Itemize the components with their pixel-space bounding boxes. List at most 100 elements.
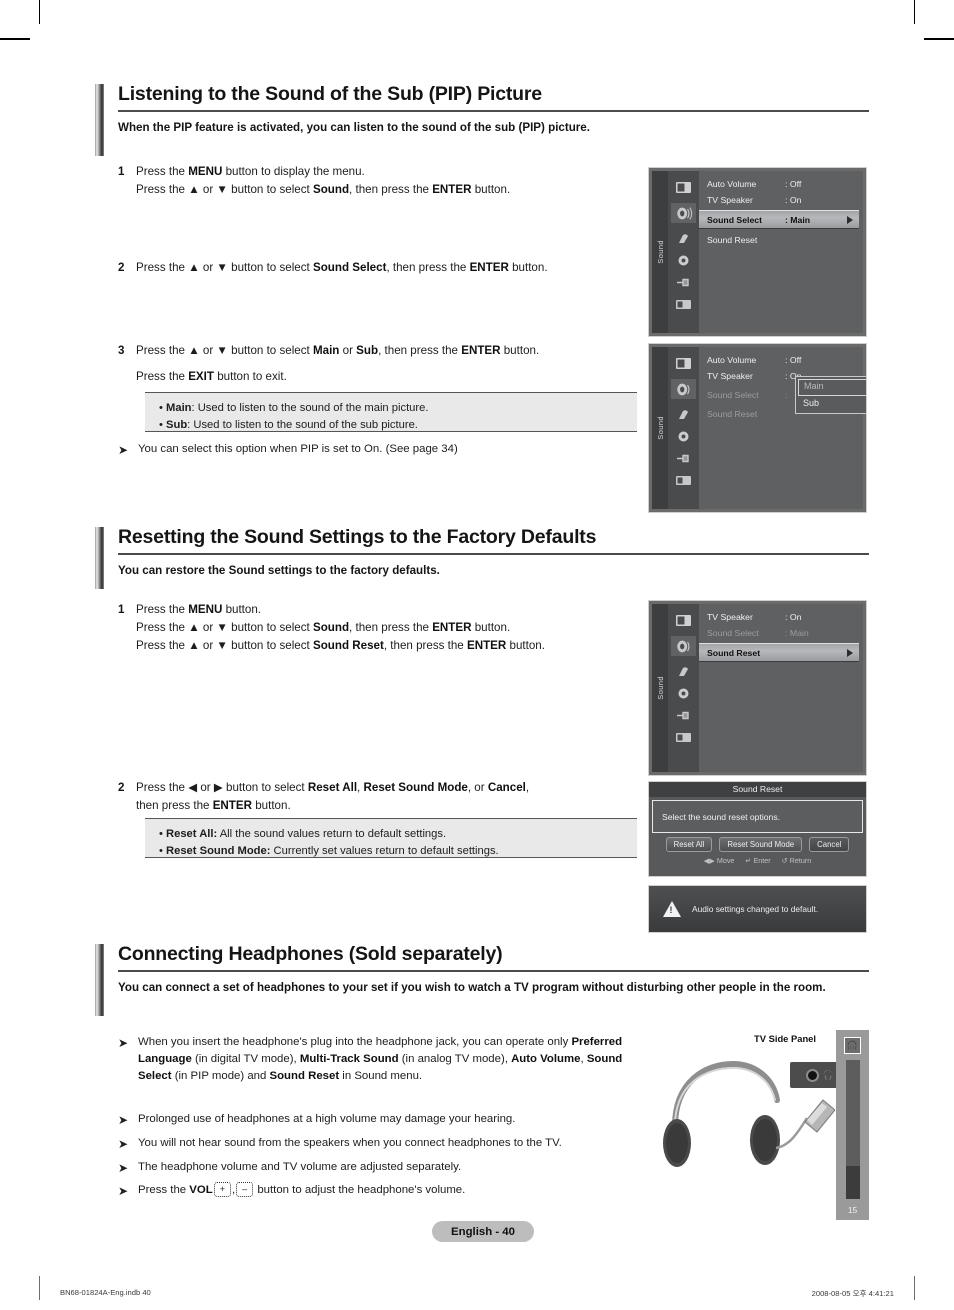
- sound-icon[interactable]: [671, 636, 696, 656]
- step-text-part: Press the: [136, 165, 188, 178]
- term-multi-track-sound: Multi-Track Sound: [300, 1053, 399, 1065]
- support-card-icon[interactable]: [675, 298, 692, 311]
- option-reset-all: Reset All: [308, 781, 357, 794]
- sound-icon[interactable]: [671, 203, 696, 223]
- step-number: 2: [118, 259, 136, 277]
- bullet-text-part: (in analog TV mode),: [399, 1053, 512, 1065]
- support-card-icon[interactable]: [675, 474, 692, 487]
- channel-icon[interactable]: [675, 232, 692, 245]
- support-card-icon[interactable]: [675, 731, 692, 744]
- step-text-part: Press the ▲ or ▼ button to select: [136, 621, 313, 634]
- harpoon-bullet-icon: ➤: [118, 1135, 138, 1153]
- step-text-part: button.: [471, 621, 510, 634]
- osd-row-sound-reset[interactable]: Sound Reset: [699, 232, 863, 248]
- warning-triangle-icon: [663, 901, 681, 917]
- note-text: : Used to listen to the sound of the sub…: [187, 419, 418, 431]
- dialog-message: Select the sound reset options.: [652, 800, 863, 833]
- osd-row-sound-select[interactable]: Sound Select : Main: [699, 210, 859, 229]
- input-plug-icon[interactable]: [675, 452, 692, 465]
- step-number: 3: [118, 342, 136, 386]
- step-text-part: Press the ▲ or ▼ button to select: [136, 639, 313, 652]
- note-text: Currently set values return to default s…: [270, 845, 498, 857]
- bullet-text-part: button to adjust the headphone's volume.: [254, 1184, 465, 1196]
- title-rule: [118, 110, 869, 113]
- osd-row-auto-volume[interactable]: Auto Volume : Off: [699, 352, 863, 368]
- reset-all-button[interactable]: Reset All: [666, 837, 713, 852]
- osd-row-sound-reset[interactable]: Sound Reset: [699, 643, 859, 662]
- setup-gear-icon[interactable]: [675, 254, 692, 267]
- dropdown-option-main[interactable]: Main: [798, 379, 867, 396]
- step-text-part: Press the ▲ or ▼ button to select: [136, 261, 313, 274]
- title-rule: [118, 970, 869, 973]
- note-text: All the sound values return to default s…: [217, 828, 446, 840]
- section-accent-bar: [95, 527, 104, 589]
- osd-row-value: : Off: [785, 179, 863, 189]
- menu-sound: Sound: [313, 183, 349, 196]
- osd-row-label: Sound Select: [707, 628, 785, 638]
- osd-row-label: TV Speaker: [707, 612, 785, 622]
- cancel-button[interactable]: Cancel: [809, 837, 849, 852]
- option-reset-sound-mode: Reset Sound Mode: [364, 781, 468, 794]
- imprint-left: BN68-01824A-Eng.indb 40: [60, 1288, 151, 1297]
- reset-sound-mode-button[interactable]: Reset Sound Mode: [719, 837, 802, 852]
- step-text-part: Press the ◀ or ▶ button to select: [136, 781, 308, 794]
- osd-row-tv-speaker[interactable]: TV Speaker : On: [699, 192, 863, 208]
- osd-row-label: Sound Reset: [707, 235, 785, 245]
- note-line: • Main: Used to listen to the sound of t…: [159, 400, 627, 417]
- page-number-badge: English - 40: [432, 1221, 534, 1242]
- osd-icon-column: [668, 171, 699, 333]
- channel-icon[interactable]: [675, 408, 692, 421]
- key-exit: EXIT: [188, 370, 214, 383]
- osd-row-auto-volume[interactable]: Auto Volume : Off: [699, 176, 863, 192]
- step-2-pip: 2 Press the ▲ or ▼ button to select Soun…: [118, 259, 638, 277]
- section-subtitle: When the PIP feature is activated, you c…: [95, 120, 869, 135]
- picture-icon[interactable]: [675, 181, 692, 194]
- osd-tab-column: Sound: [652, 171, 668, 333]
- input-plug-icon[interactable]: [675, 276, 692, 289]
- step-text-part: , then press the: [349, 183, 432, 196]
- harpoon-bullet-icon: ➤: [118, 1182, 138, 1200]
- step-text-part: Press the ▲ or ▼ button to select: [136, 183, 313, 196]
- bullet-text-part: (in digital TV mode),: [192, 1053, 300, 1065]
- page-title: Listening to the Sound of the Sub (PIP) …: [95, 84, 869, 106]
- key-enter: ENTER: [432, 621, 471, 634]
- channel-icon[interactable]: [675, 665, 692, 678]
- audio-default-toast: Audio settings changed to default.: [648, 885, 867, 933]
- input-plug-icon[interactable]: [675, 709, 692, 722]
- key-enter: ENTER: [432, 183, 471, 196]
- picture-icon[interactable]: [675, 614, 692, 627]
- bullet-hp-3: ➤ You will not hear sound from the speak…: [118, 1135, 640, 1153]
- dropdown-option-sub[interactable]: Sub: [798, 396, 867, 411]
- step-1-reset: 1 Press the MENU button. Press the ▲ or …: [118, 601, 638, 655]
- page-title: Resetting the Sound Settings to the Fact…: [95, 527, 869, 549]
- osd-row-label: Sound Select: [707, 390, 785, 400]
- step-text: Press the ▲ or ▼ button to select Sound …: [136, 259, 548, 277]
- sound-select-dropdown[interactable]: Main Sub: [795, 376, 867, 414]
- bullet-text-part: (in PIP mode) and: [172, 1070, 270, 1082]
- sound-icon[interactable]: [671, 379, 696, 399]
- key-enter: ENTER: [470, 261, 509, 274]
- section-pip-sound: Listening to the Sound of the Sub (PIP) …: [95, 84, 869, 136]
- key-vol: VOL: [189, 1184, 212, 1196]
- setup-gear-icon[interactable]: [675, 430, 692, 443]
- osd-row-tv-speaker[interactable]: TV Speaker : On: [699, 609, 863, 625]
- bullet-pip-note: ➤ You can select this option when PIP is…: [118, 441, 638, 459]
- osd-tab-label: Sound: [656, 240, 665, 264]
- setup-gear-icon[interactable]: [675, 687, 692, 700]
- volume-value: 15: [848, 1205, 857, 1220]
- step-3-pip: 3 Press the ▲ or ▼ button to select Main…: [118, 342, 638, 386]
- osd-tab-column: Sound: [652, 347, 668, 509]
- step-text-part: Press the ▲ or ▼ button to select: [136, 344, 313, 357]
- volume-track[interactable]: [846, 1060, 860, 1199]
- note-bold: Reset All:: [166, 828, 217, 840]
- osd-sound-menu-1: Sound: [648, 167, 867, 337]
- step-text-part: Press the: [136, 603, 188, 616]
- picture-icon[interactable]: [675, 357, 692, 370]
- key-menu: MENU: [188, 165, 222, 178]
- step-number: 1: [118, 163, 136, 199]
- crop-mark-top-left-v: [39, 0, 40, 24]
- headphone-jack-block: 🎧: [790, 1062, 839, 1088]
- osd-row-sound-select[interactable]: Sound Select : Main: [699, 625, 863, 641]
- step-text-part: , then press the: [349, 621, 432, 634]
- osd-tab-label: Sound: [656, 416, 665, 440]
